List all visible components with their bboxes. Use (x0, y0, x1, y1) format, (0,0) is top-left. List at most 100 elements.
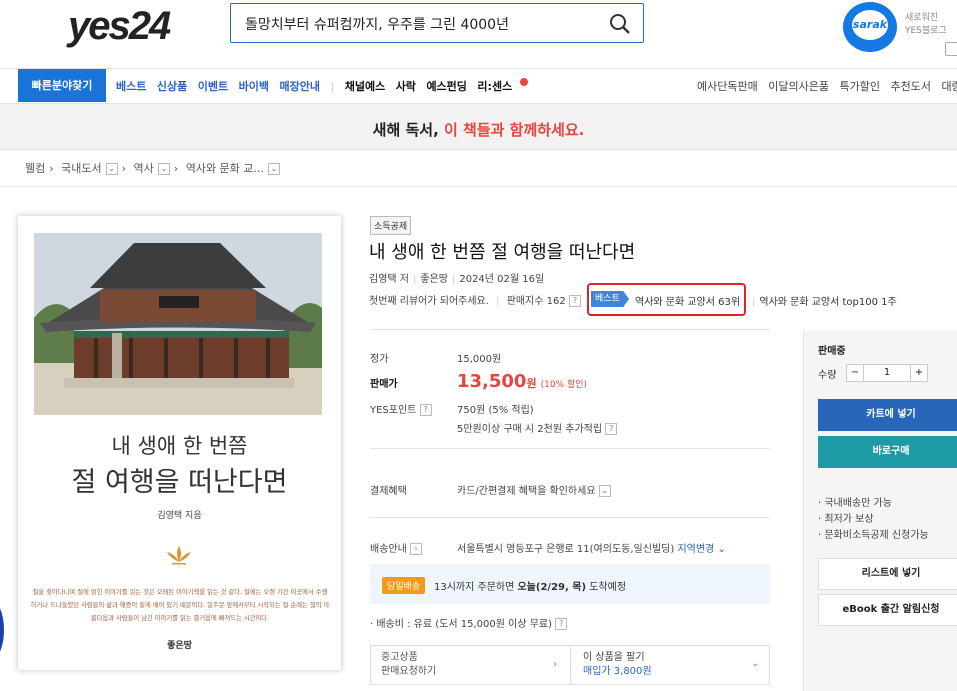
temple-illustration (34, 233, 322, 415)
search-box[interactable]: 돌망치부터 슈퍼컴까지, 우주를 그린 4000년 (230, 3, 644, 43)
delivery-eta: 13시까지 주문하면 오늘(2/29, 목) 도착예정 (434, 578, 626, 593)
chevron-right-icon: › (553, 659, 557, 670)
region-change-link[interactable]: 지역변경 ⌄ (677, 544, 725, 555)
author-link[interactable]: 김영택 저 (369, 274, 409, 285)
breadcrumb-domestic[interactable]: 국내도서 (61, 162, 101, 175)
meta-separator: | (412, 274, 417, 285)
purchase-panel: 판매중 수량 − 1 + 카트에 넣기 바로구매 · 국내배송만 가능 · 최저… (803, 330, 957, 691)
help-icon[interactable]: ? (568, 295, 581, 307)
best-rank-link[interactable]: 역사와 문화 교양서 63위 (635, 293, 740, 308)
breadcrumb-welcome[interactable]: 웰컴 (25, 162, 45, 175)
search-input[interactable]: 돌망치부터 슈퍼컴까지, 우주를 그린 4000년 (245, 14, 509, 34)
nav-item-funding[interactable]: 예스펀딩 (426, 80, 466, 93)
chevron-down-icon[interactable]: ⌄ (598, 485, 611, 497)
nav-item-store[interactable]: 매장안내 (280, 80, 320, 93)
nav-right-menu: 예사단독판매 이달의사은품 특가할인 추천도서 대량구 (697, 78, 957, 94)
quick-category-button[interactable]: 빠른분야찾기 (18, 69, 106, 102)
chevron-right-icon: › (121, 162, 127, 175)
sarak-label: sarak (852, 10, 888, 40)
list-price-label: 정가 (370, 354, 389, 365)
temple-photo (34, 233, 322, 415)
quantity-input[interactable]: 1 (863, 364, 911, 382)
extra-point-text: 5만원이상 구매 시 2천원 추가적립 (457, 424, 603, 435)
chevron-down-icon: ⌄ (717, 544, 726, 555)
nav-item-new[interactable]: 신상품 (157, 80, 187, 93)
nav-item-channel[interactable]: 채널예스 (345, 80, 385, 93)
meta-separator: | (496, 296, 500, 307)
buy-now-button[interactable]: 바로구매 (818, 436, 957, 468)
delivery-label: 배송안내 › (370, 540, 422, 555)
nav-right-gift[interactable]: 이달의사은품 (768, 80, 829, 93)
note-domestic-only: · 국내배송만 가능 (818, 498, 892, 509)
delivery-address: 서울특별시 영등포구 은행로 11(여의도동,일신빌딩) 지역변경 ⌄ (457, 540, 726, 555)
chevron-right-icon: › (173, 162, 179, 175)
meta-separator: | (752, 297, 756, 308)
sarak-blog-link[interactable]: 새로워진 YES블로그 (905, 12, 947, 38)
product-stats: 첫번째 리뷰어가 되어주세요. | 판매지수 162 ? (369, 292, 581, 307)
sale-price-label: 판매가 (370, 379, 398, 390)
publisher-link[interactable]: 좋은땅 (420, 274, 448, 285)
chevron-down-icon[interactable]: ⌄ (751, 658, 759, 669)
sell-line1: 이 상품을 팔기 (583, 652, 645, 663)
box-divider (570, 646, 571, 684)
help-icon[interactable]: ? (419, 404, 432, 416)
best-top100-label: 역사와 문화 교양서 top100 1주 (759, 297, 897, 308)
nav-divider (0, 68, 957, 69)
nav-item-license[interactable]: 리:센스 (477, 78, 529, 93)
help-icon[interactable]: ? (555, 618, 568, 630)
promo-banner[interactable]: 새해 독서, 이 책들과 함께하세요. (0, 103, 957, 150)
tax-deduction-tag: 소득공제 (370, 216, 412, 235)
buyback-price: 매입가 3,800원 (583, 666, 652, 677)
used-line2: 판매요청하기 (381, 666, 437, 677)
breadcrumb-history-culture[interactable]: 역사와 문화 교... (186, 162, 264, 175)
review-link[interactable]: 첫번째 리뷰어가 되어주세요. (369, 296, 489, 307)
chevron-down-icon[interactable]: ⌄ (157, 163, 170, 175)
meta-separator: | (451, 274, 456, 285)
cover-description: 절을 찾아다니며 절에 얽힌 이야기를 읽는 것은 오래된 이야기책을 읽는 것… (30, 589, 330, 622)
add-to-cart-button[interactable]: 카트에 넣기 (818, 399, 957, 431)
chevron-right-icon: › (49, 162, 54, 175)
sell-product[interactable]: 이 상품을 팔기 매입가 3,800원 (583, 651, 652, 679)
used-product-box: 중고상품 판매요청하기 › 이 상품을 팔기 매입가 3,800원 ⌄ (370, 645, 770, 685)
ebook-alert-button[interactable]: eBook 출간 알림신청 (818, 594, 957, 626)
nav-item-best[interactable]: 베스트 (116, 80, 146, 93)
nav-menu: 베스트 신상품 이벤트 바이백 매장안내 | 채널예스 사락 예스펀딩 리:센스 (116, 78, 535, 94)
sarak-line1: 새로워진 (905, 13, 939, 23)
nav-item-license-label: 리:센스 (477, 80, 513, 93)
corner-button[interactable] (945, 42, 957, 56)
publish-date: 2024년 02월 16일 (459, 274, 545, 285)
breadcrumb-history[interactable]: 역사 (134, 162, 154, 175)
same-day-delivery-box: 당일배송 13시까지 주문하면 오늘(2/29, 목) 도착예정 (370, 564, 770, 604)
purchase-notes: · 국내배송만 가능 · 최저가 보상 · 문화비소득공제 신청가능 (818, 496, 929, 544)
best-top100-link[interactable]: | 역사와 문화 교양서 top100 1주 (752, 293, 897, 308)
nav-item-buyback[interactable]: 바이백 (239, 80, 269, 93)
delivery-eta-part3: 도착예정 (586, 582, 627, 593)
nav-right-bulk[interactable]: 대량구 (941, 80, 957, 93)
nav-item-event[interactable]: 이벤트 (198, 80, 228, 93)
product-meta: 김영택 저 | 좋은땅 | 2024년 02월 16일 (369, 270, 544, 285)
note-lowest-price: · 최저가 보상 (818, 514, 874, 525)
chevron-right-icon[interactable]: › (410, 543, 422, 555)
sales-index: 판매지수 162 (506, 296, 566, 307)
chevron-down-icon[interactable]: ⌄ (105, 163, 118, 175)
nav-right-exclusive[interactable]: 예사단독판매 (697, 80, 758, 93)
nav-right-sale[interactable]: 특가할인 (839, 80, 879, 93)
info-divider (370, 448, 770, 449)
product-title: 내 생애 한 번쯤 절 여행을 떠난다면 (369, 242, 636, 263)
search-icon[interactable] (609, 13, 631, 35)
sarak-logo[interactable]: sarak (843, 2, 897, 52)
nav-right-recommend[interactable]: 추천도서 (890, 80, 930, 93)
chevron-down-icon[interactable]: ⌄ (267, 163, 280, 175)
help-icon[interactable]: ? (605, 423, 618, 435)
add-to-list-button[interactable]: 리스트에 넣기 (818, 558, 957, 590)
yes24-logo[interactable]: yes24 (68, 4, 171, 49)
nav-item-sarak[interactable]: 사락 (396, 80, 416, 93)
book-cover[interactable]: 내 생애 한 번쯤 절 여행을 떠난다면 김영택 지음 절을 찾아다니며 절에 … (18, 216, 341, 670)
sale-price: 13,500원 (10% 할인) (457, 371, 587, 392)
payment-benefit[interactable]: 카드/간편결제 혜택을 확인하세요 ⌄ (457, 482, 611, 497)
quantity-increase-button[interactable]: + (910, 364, 928, 382)
quantity-decrease-button[interactable]: − (846, 364, 864, 382)
discount-rate: (10% 할인) (540, 380, 588, 390)
used-product-request[interactable]: 중고상품 판매요청하기 (381, 651, 436, 679)
sale-price-value: 13,500 (457, 371, 527, 392)
